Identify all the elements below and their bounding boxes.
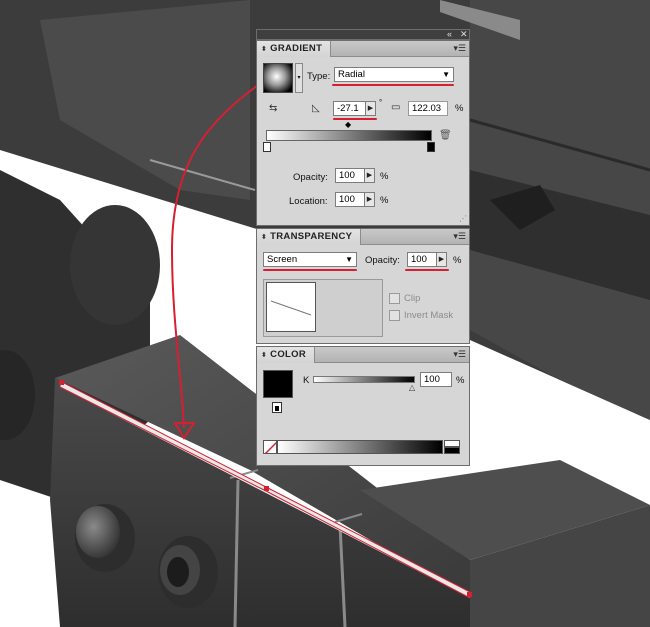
- chevron-down-icon: ▼: [345, 255, 353, 264]
- transparency-opacity-stepper[interactable]: ▶: [437, 252, 447, 267]
- degree-symbol: °: [379, 98, 383, 107]
- knob-right-hole: [167, 557, 189, 587]
- stop-opacity-unit: %: [380, 171, 389, 182]
- anchor-point-3[interactable]: [467, 592, 472, 597]
- angle-annotation-underline: [333, 118, 377, 120]
- location-input[interactable]: 100: [335, 192, 365, 207]
- resize-grip-icon[interactable]: ⋰: [459, 215, 467, 223]
- transparency-opacity-label: Opacity:: [365, 255, 400, 266]
- color-tab[interactable]: ⬍ COLOR: [257, 347, 315, 363]
- aspect-ratio-icon: ▭: [391, 102, 401, 113]
- panel-menu-icon[interactable]: ▾☰: [453, 43, 466, 54]
- swatch-dropdown[interactable]: ▾: [295, 63, 303, 93]
- panel-toggle-icon[interactable]: ⬍: [261, 352, 267, 359]
- aspect-unit: %: [455, 103, 464, 114]
- panel-window-titlebar: « ✕: [256, 29, 470, 40]
- fill-swatch[interactable]: [263, 370, 293, 398]
- gradient-ramp[interactable]: [266, 130, 432, 141]
- color-panel: ⬍ COLOR ▾☰ K △ 100 %: [256, 346, 470, 466]
- invert-mask-checkbox[interactable]: [389, 310, 400, 321]
- k-channel-input[interactable]: 100: [420, 372, 452, 387]
- color-spectrum-ramp[interactable]: [277, 440, 443, 454]
- gradient-tab[interactable]: ⬍ GRADIENT: [257, 41, 332, 57]
- transparency-tab[interactable]: ⬍ TRANSPARENCY: [257, 229, 362, 245]
- color-stop-white[interactable]: [263, 142, 271, 152]
- transparency-panel: ⬍ TRANSPARENCY ▾☰ Screen ▼ Opacity: 100 ▶…: [256, 228, 470, 344]
- gradient-type-select[interactable]: Radial ▼: [334, 67, 454, 82]
- type-label: Type:: [307, 71, 331, 82]
- anchor-point-2[interactable]: [264, 486, 269, 491]
- blend-mode-select[interactable]: Screen ▼: [263, 252, 357, 267]
- out-of-gamut-icon[interactable]: [272, 402, 282, 413]
- midpoint-diamond[interactable]: ◆: [345, 120, 351, 129]
- none-swatch[interactable]: [263, 440, 277, 454]
- trash-icon[interactable]: 🗑: [439, 130, 452, 141]
- location-unit: %: [380, 195, 389, 206]
- transparency-panel-header: ⬍ TRANSPARENCY ▾☰: [257, 229, 469, 245]
- white-swatch[interactable]: [444, 440, 460, 447]
- clip-label: Clip: [404, 293, 421, 304]
- angle-stepper[interactable]: ▶: [366, 101, 376, 116]
- object-thumbnail[interactable]: [266, 282, 316, 332]
- panel-menu-icon[interactable]: ▾☰: [453, 231, 466, 242]
- invert-mask-label: Invert Mask: [404, 310, 454, 321]
- opacity-annotation-underline: [405, 269, 449, 271]
- k-channel-label: K: [303, 375, 310, 386]
- device-circle-recess: [70, 205, 160, 325]
- gradient-panel-header: ⬍ GRADIENT ▾☰: [257, 41, 469, 57]
- angle-input[interactable]: -27.1: [333, 101, 366, 116]
- aspect-ratio-input[interactable]: 122.03: [408, 101, 448, 116]
- color-panel-header: ⬍ COLOR ▾☰: [257, 347, 469, 363]
- reverse-gradient-icon[interactable]: ⇆: [269, 102, 285, 116]
- gradient-swatch[interactable]: [263, 63, 293, 93]
- collapse-icon[interactable]: «: [447, 29, 452, 40]
- stop-opacity-stepper[interactable]: ▶: [365, 168, 375, 183]
- panel-toggle-icon[interactable]: ⬍: [261, 46, 267, 53]
- k-channel-unit: %: [456, 375, 465, 386]
- color-stop-black[interactable]: [427, 142, 435, 152]
- type-annotation-underline: [332, 84, 454, 86]
- thumbnail-line-icon: [270, 300, 312, 316]
- gradient-panel: ⬍ GRADIENT ▾☰ ▾ Type: Radial ▼ ⇆ ◺ -27.1 …: [256, 40, 470, 226]
- close-icon[interactable]: ✕: [460, 29, 468, 40]
- transparency-opacity-input[interactable]: 100: [407, 252, 437, 267]
- panel-toggle-icon[interactable]: ⬍: [261, 234, 267, 241]
- none-slash-icon: [264, 441, 276, 453]
- angle-icon: ◺: [312, 103, 320, 114]
- k-channel-slider[interactable]: [313, 376, 415, 383]
- blend-annotation-underline: [263, 269, 357, 271]
- black-swatch[interactable]: [444, 447, 460, 454]
- stop-opacity-input[interactable]: 100: [335, 168, 365, 183]
- transparency-opacity-unit: %: [453, 255, 462, 266]
- k-slider-thumb[interactable]: △: [409, 383, 415, 392]
- panel-menu-icon[interactable]: ▾☰: [453, 349, 466, 360]
- opacity-label: Opacity:: [293, 172, 328, 183]
- clip-checkbox[interactable]: [389, 293, 400, 304]
- location-stepper[interactable]: ▶: [365, 192, 375, 207]
- anchor-point-1[interactable]: [59, 380, 64, 385]
- knob-left-face: [76, 506, 120, 558]
- location-label: Location:: [289, 196, 328, 207]
- chevron-down-icon: ▼: [442, 70, 450, 79]
